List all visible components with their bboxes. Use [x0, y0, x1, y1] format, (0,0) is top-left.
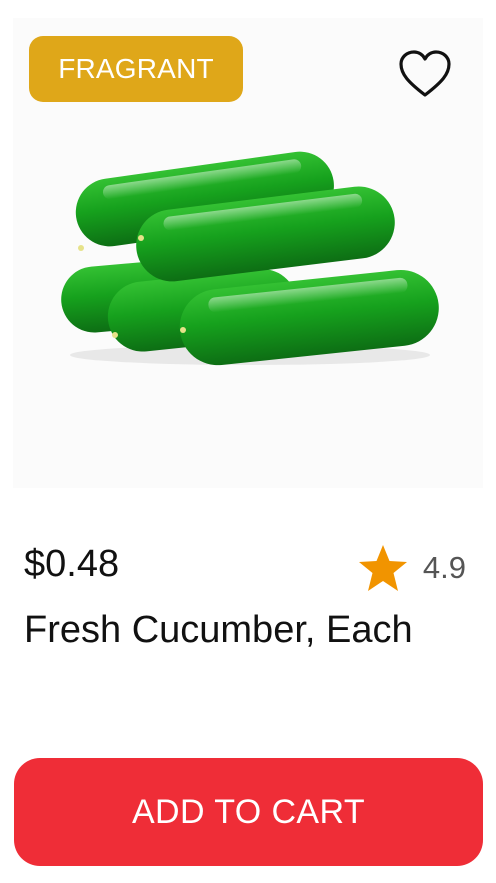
star-icon: [358, 545, 407, 591]
add-to-cart-button[interactable]: ADD TO CART: [14, 758, 483, 866]
product-price: $0.48: [24, 543, 120, 585]
fragrant-badge: FRAGRANT: [29, 36, 243, 102]
cucumber-image: [61, 151, 439, 366]
favorite-button[interactable]: [398, 50, 452, 100]
heart-outline-icon: [399, 50, 451, 97]
product-name: Fresh Cucumber, Each: [24, 609, 413, 651]
rating-value: 4.9: [422, 550, 466, 585]
product-rating: 4.9: [357, 543, 466, 593]
